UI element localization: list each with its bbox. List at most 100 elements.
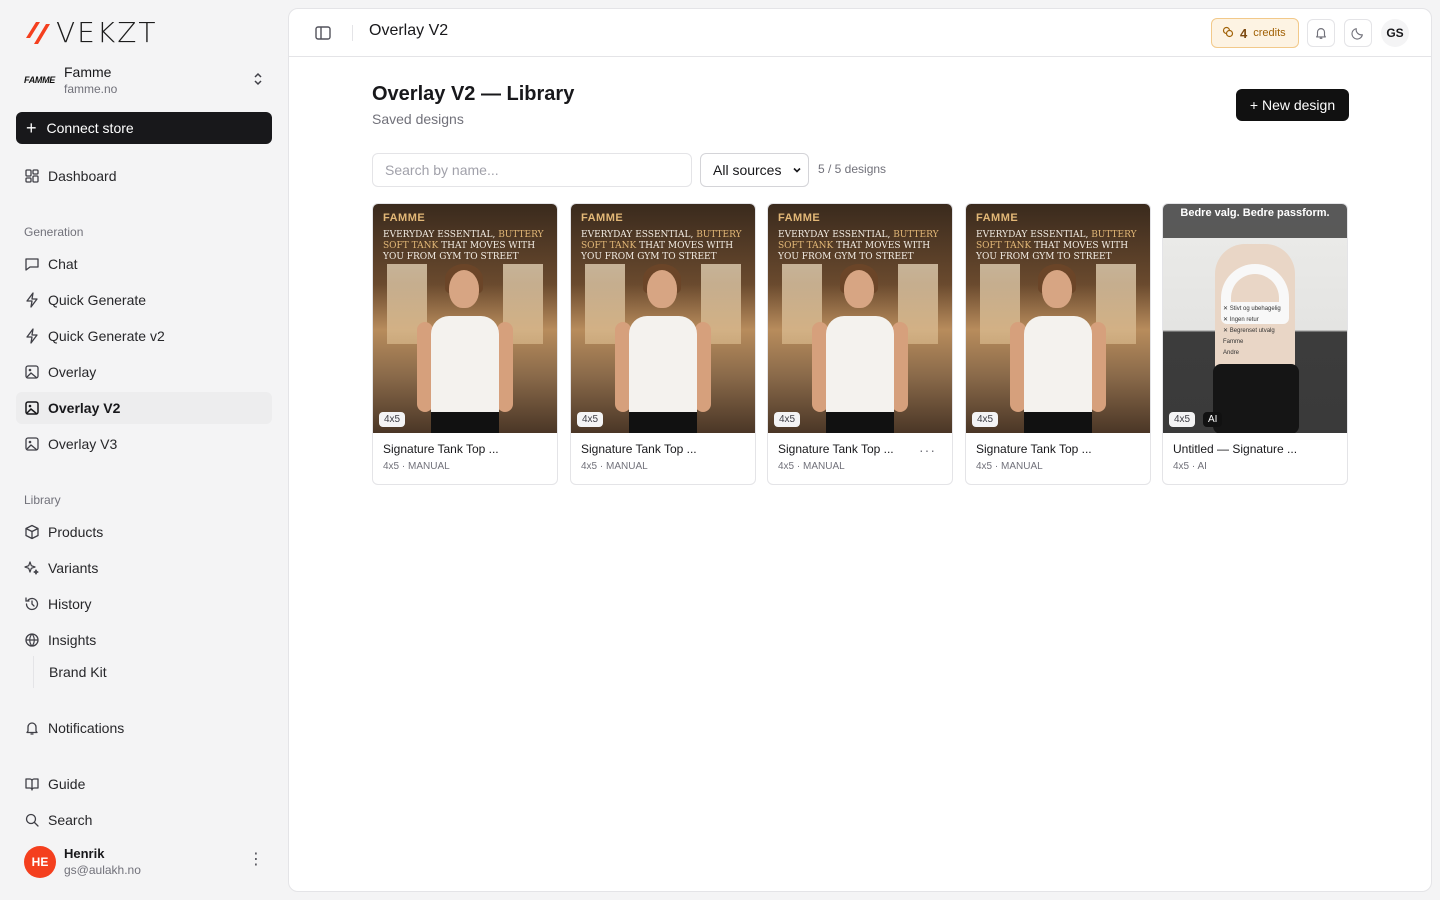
lightning-icon — [24, 328, 40, 344]
sidebar-item-dashboard[interactable]: Dashboard — [16, 160, 272, 192]
dashboard-icon — [24, 168, 40, 184]
library-title: Overlay V2 — Library — [372, 83, 575, 105]
lightning-icon — [24, 292, 40, 308]
overlay-brand: FAMME — [581, 212, 624, 224]
topbar: Overlay V2 4 credits GS — [289, 9, 1431, 57]
design-card[interactable]: FAMME Everyday essential, buttery soft t… — [372, 203, 558, 485]
overlay-headline: Everyday essential, buttery soft tank th… — [976, 230, 1137, 262]
ratio-badge: 4x5 — [972, 412, 999, 427]
sidebar-item-chat[interactable]: Chat — [16, 248, 272, 280]
design-card[interactable]: FAMME Everyday essential, buttery soft t… — [965, 203, 1151, 485]
store-switcher[interactable]: FAMME Famme famme.no — [24, 62, 272, 98]
sidebar-item-label: Dashboard — [48, 168, 117, 184]
design-card[interactable]: Bedre valg. Bedre passform. ✕ Stivt og u… — [1162, 203, 1348, 485]
store-domain: famme.no — [64, 82, 118, 96]
sidebar-item-label: History — [48, 596, 92, 612]
overlay-brand: FAMME — [778, 212, 821, 224]
overlay-headline: Everyday essential, buttery soft tank th… — [581, 230, 742, 262]
search-input[interactable] — [372, 153, 692, 187]
sidebar-item-products[interactable]: Products — [16, 516, 272, 548]
design-thumbnail: FAMME Everyday essential, buttery soft t… — [571, 204, 755, 433]
sidebar-item-label: Quick Generate v2 — [48, 328, 165, 344]
theme-toggle-button[interactable] — [1344, 19, 1372, 47]
store-name: Famme — [64, 64, 112, 80]
notifications-button[interactable] — [1307, 19, 1335, 47]
section-label-library: Library — [24, 493, 61, 507]
overlay-headline: Everyday essential, buttery soft tank th… — [778, 230, 939, 262]
credits-badge[interactable]: 4 credits — [1211, 18, 1299, 48]
chat-icon — [24, 256, 40, 272]
sidebar-item-label: Brand Kit — [49, 664, 107, 680]
book-icon — [24, 776, 40, 792]
design-thumbnail: Bedre valg. Bedre passform. ✕ Stivt og u… — [1163, 204, 1347, 433]
overlay-headline: Everyday essential, buttery soft tank th… — [383, 230, 544, 262]
credits-count: 4 — [1240, 25, 1248, 41]
sidebar-item-guide[interactable]: Guide — [16, 768, 272, 800]
sidebar-item-search[interactable]: Search — [16, 804, 272, 836]
sidebar-item-insights[interactable]: Insights — [16, 624, 272, 656]
sidebar-item-overlay[interactable]: Overlay — [16, 356, 272, 388]
ratio-badge: 4x5 — [379, 412, 406, 427]
sidebar-item-label: Products — [48, 524, 104, 540]
section-label-generation: Generation — [24, 225, 84, 239]
sidebar-item-brand-kit[interactable]: Brand Kit — [33, 656, 271, 688]
more-vertical-icon[interactable]: ⋮ — [248, 852, 264, 868]
design-card[interactable]: FAMME Everyday essential, buttery soft t… — [570, 203, 756, 485]
card-meta: 4x5 · MANUAL — [581, 461, 648, 472]
page-title: Overlay V2 — [369, 22, 449, 39]
sidebar-toggle-icon[interactable] — [313, 23, 333, 43]
overlay-brand: FAMME — [976, 212, 1019, 224]
connect-store-button[interactable]: + Connect store — [16, 112, 272, 144]
chevron-up-down-icon — [252, 71, 264, 90]
sidebar-item-label: Variants — [48, 560, 99, 576]
plus-icon: + — [26, 118, 37, 138]
bell-icon — [24, 720, 40, 736]
chevron-down-icon — [792, 165, 802, 178]
sidebar-item-label: Guide — [48, 776, 86, 792]
sidebar-item-label: Insights — [48, 632, 97, 648]
sparkles-icon — [24, 560, 40, 576]
image-icon — [24, 436, 40, 452]
card-title: Signature Tank Top ... — [581, 442, 697, 456]
design-thumbnail: FAMME Everyday essential, buttery soft t… — [768, 204, 952, 433]
account-avatar[interactable]: GS — [1381, 19, 1409, 47]
card-meta: 4x5 · MANUAL — [778, 461, 845, 472]
sidebar-item-overlay-v2[interactable]: Overlay V2 — [16, 392, 272, 424]
source-filter-select[interactable]: All sources — [700, 153, 809, 187]
sidebar-item-label: Overlay V2 — [48, 400, 121, 416]
overlay-comparison-list: ✕ Stivt og ubehagelig ✕ Ingen retur ✕ Be… — [1223, 306, 1281, 356]
main-panel: Overlay V2 4 credits GS Overlay V2 — Lib… — [288, 8, 1432, 892]
design-card[interactable]: FAMME Everyday essential, buttery soft t… — [767, 203, 953, 485]
credits-label: credits — [1253, 27, 1286, 39]
design-thumbnail: FAMME Everyday essential, buttery soft t… — [966, 204, 1150, 433]
user-profile[interactable]: HE Henrik gs@aulakh.no ⋮ — [24, 844, 272, 880]
card-title: Signature Tank Top ... — [383, 442, 499, 456]
overlay-title: Bedre valg. Bedre passform. — [1180, 207, 1330, 219]
coins-icon — [1222, 26, 1234, 41]
bell-icon — [1316, 28, 1326, 39]
search-icon — [24, 812, 40, 828]
sidebar-item-overlay-v3[interactable]: Overlay V3 — [16, 428, 272, 460]
sidebar-item-label: Chat — [48, 256, 78, 272]
moon-icon — [1351, 28, 1363, 40]
image-icon — [24, 400, 40, 416]
more-horizontal-icon[interactable]: ··· — [919, 442, 936, 458]
sidebar-item-history[interactable]: History — [16, 588, 272, 620]
card-meta: 4x5 · MANUAL — [976, 461, 1043, 472]
new-design-button[interactable]: + New design — [1236, 89, 1349, 121]
sidebar-item-variants[interactable]: Variants — [16, 552, 272, 584]
sidebar-item-quick-generate[interactable]: Quick Generate — [16, 284, 272, 316]
design-count: 5 / 5 designs — [818, 162, 887, 176]
logo-mark-icon — [26, 22, 50, 44]
ratio-badge: 4x5 — [1169, 412, 1196, 427]
ratio-badge: 4x5 — [774, 412, 801, 427]
sidebar-item-label: Quick Generate — [48, 292, 147, 308]
user-email: gs@aulakh.no — [64, 863, 141, 877]
app-logo[interactable]: VEKZT — [24, 16, 158, 49]
sidebar-item-notifications[interactable]: Notifications — [16, 712, 272, 744]
image-icon — [24, 364, 40, 380]
card-title: Untitled — Signature ... — [1173, 442, 1298, 456]
sidebar-item-quick-generate-v2[interactable]: Quick Generate v2 — [16, 320, 272, 352]
card-title: Signature Tank Top ... — [976, 442, 1092, 456]
card-meta: 4x5 · MANUAL — [383, 461, 450, 472]
